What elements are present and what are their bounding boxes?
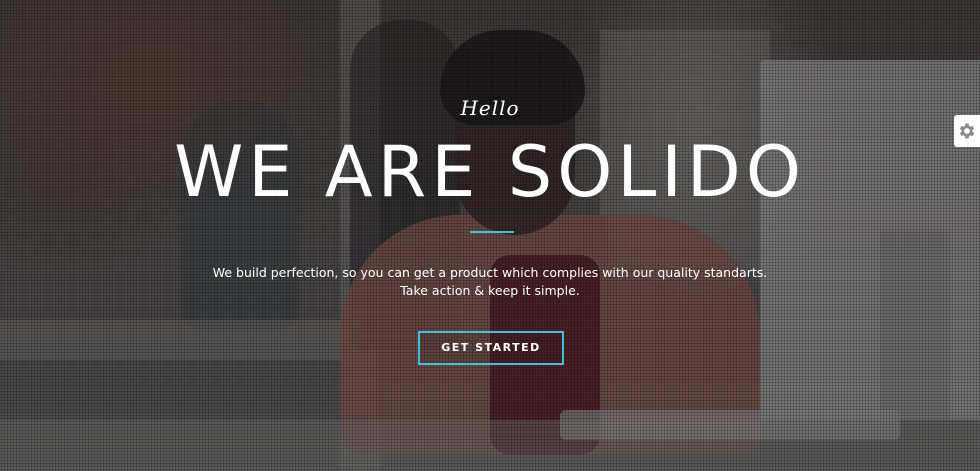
hero-greeting: Hello [460, 96, 520, 120]
hero-title: WE ARE SOLIDO [174, 131, 806, 213]
get-started-button[interactable]: GET STARTED [418, 331, 564, 365]
gear-icon [959, 123, 975, 139]
hero-section: Hello WE ARE SOLIDO We build perfection,… [0, 0, 980, 471]
hero-description-line-1: We build perfection, so you can get a pr… [212, 265, 768, 280]
hero-description: We build perfection, so you can get a pr… [0, 264, 980, 300]
hero-content: Hello WE ARE SOLIDO We build perfection,… [0, 0, 980, 471]
hero-description-line-2: Take action & keep it simple. [400, 283, 580, 298]
settings-toggle-button[interactable] [954, 115, 980, 147]
hero-divider [470, 231, 514, 233]
